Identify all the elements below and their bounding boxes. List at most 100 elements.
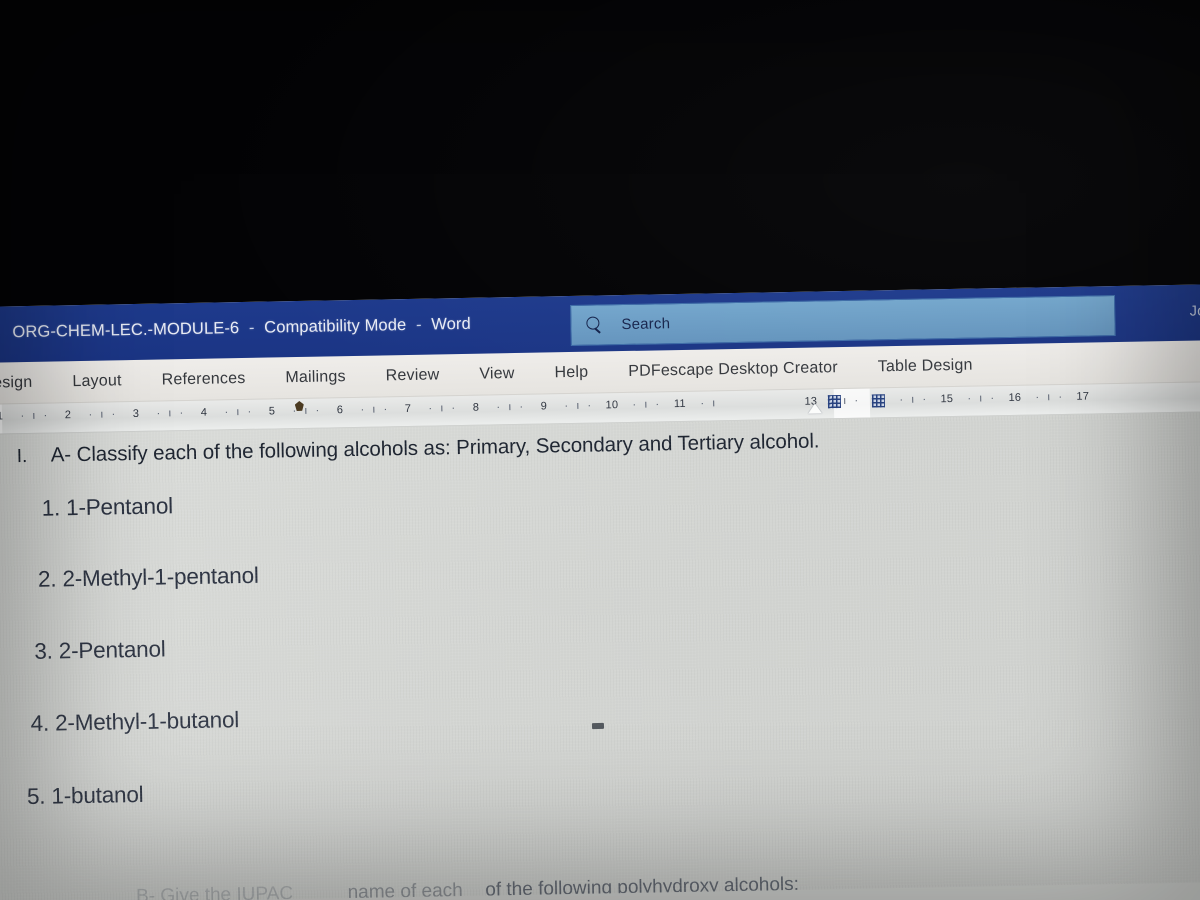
list-item-number: 5. [26, 783, 46, 810]
ruler-number-5: 5 [268, 405, 276, 418]
ruler-number-11: 11 [673, 397, 686, 411]
ruler-tick: · [247, 405, 252, 418]
heading-text: A- Classify each of the following alcoho… [50, 429, 820, 467]
ruler-tick: · [428, 402, 433, 415]
ruler-tick: · [88, 408, 93, 421]
ruler-tick [720, 396, 794, 409]
ruler-tick: · [587, 399, 592, 412]
ruler-halftick: ı [32, 409, 36, 422]
ruler-tick: · [156, 407, 161, 420]
compatibility-mode-label: Compatibility Mode [264, 316, 407, 337]
ruler-tick: · [179, 407, 184, 420]
ruler-number-9: 9 [540, 400, 548, 413]
document-name: ORG-CHEM-LEC.-MODULE-6 [12, 319, 240, 342]
ruler-number-2: 2 [64, 409, 72, 422]
next-paragraph-partial: B- Give the IUPAC name of each of the fo… [0, 866, 1200, 900]
list-item: 3. 2-Pentanol [34, 636, 166, 664]
ruler-tick: · [315, 404, 320, 417]
text-cursor-artifact [591, 722, 605, 730]
list-item-text: 2-Methyl-1-butanol [54, 707, 240, 736]
list-item: 5. 1-butanol [27, 782, 144, 810]
search-input[interactable]: Search [570, 295, 1116, 346]
tab-view[interactable]: View [459, 360, 535, 387]
ruler-number-3: 3 [132, 407, 140, 421]
table-column-marker-2[interactable] [871, 394, 885, 408]
window-title: ORG-CHEM-LEC.-MODULE-6 - Compatibility M… [12, 315, 471, 342]
ruler-halftick: ı [372, 403, 376, 416]
ruler-tick: · [451, 402, 456, 415]
tab-design[interactable]: Design [0, 369, 53, 396]
list-item-number: 1. [41, 495, 61, 521]
ruler-tick: · [632, 398, 637, 411]
search-placeholder: Search [621, 315, 671, 334]
ruler-halftick: ı [1047, 391, 1051, 404]
ruler-tick: · [700, 397, 705, 410]
ruler-halftick: ı [100, 408, 104, 421]
list-item-number: 2. [37, 566, 57, 592]
list-item-text: 2-Pentanol [58, 636, 166, 664]
ruler-halftick: ı [979, 392, 983, 405]
next-paragraph-faint-start: B- Give the IUPAC [135, 883, 294, 900]
list-item-number: 3. [34, 638, 53, 664]
title-separator-1: - [248, 318, 255, 337]
ruler-number-10: 10 [605, 399, 619, 412]
ruler-tick: · [967, 392, 972, 405]
title-separator-2: - [415, 315, 422, 334]
screen-photo: ORG-CHEM-LEC.-MODULE-6 - Compatibility M… [0, 0, 1200, 900]
list-item: 4. 2-Methyl-1-butanol [30, 707, 239, 737]
ruler-number-4: 4 [200, 406, 208, 419]
ruler-tick: · [383, 403, 388, 416]
tab-mailings[interactable]: Mailings [265, 363, 366, 391]
ruler-tick: · [20, 410, 25, 423]
ruler-number-1: 1 [0, 410, 4, 423]
ruler-number-15: 15 [940, 393, 954, 406]
ruler-tick: · [1035, 391, 1040, 404]
ruler-tick: · [496, 401, 501, 414]
list-item-text: 2-Methyl-1-pentanol [62, 562, 259, 592]
tab-table-design[interactable]: Table Design [858, 352, 993, 380]
ruler-halftick: ı [168, 407, 172, 420]
ruler-number-7: 7 [404, 402, 412, 416]
ruler-tick: · [43, 409, 48, 422]
ruler-halftick: ı [440, 402, 444, 415]
ruler-tick: · [519, 400, 524, 413]
ruler-tick: · [224, 406, 229, 419]
ruler-halftick: ı [712, 397, 716, 410]
tab-pdfescape-desktop-creator[interactable]: PDFescape Desktop Creator [608, 354, 858, 385]
tab-layout[interactable]: Layout [52, 367, 142, 395]
document-canvas[interactable]: I. A- Classify each of the following alc… [0, 411, 1200, 900]
hanging-indent-marker[interactable] [807, 403, 823, 414]
search-icon [585, 316, 603, 334]
ruler-tick: · [360, 403, 365, 416]
table-column-marker-1[interactable] [827, 395, 841, 409]
ruler-tick: · [1058, 391, 1063, 404]
list-item-text: 1-Pentanol [65, 493, 174, 521]
ruler-tick: · [564, 400, 569, 413]
ruler-halftick: ı [508, 401, 512, 414]
list-item: 1. 1-Pentanol [41, 493, 173, 521]
ruler-halftick: ı [236, 406, 240, 419]
tab-review[interactable]: Review [365, 362, 459, 390]
ruler-halftick: ı [911, 393, 915, 406]
app-name-label: Word [431, 314, 471, 334]
ruler-halftick: ı [644, 398, 648, 411]
heading-list-marker: I. [16, 445, 28, 468]
ruler-tick: · [854, 394, 859, 407]
ruler-number-8: 8 [472, 401, 480, 414]
next-paragraph-mid: name of each [347, 880, 463, 900]
ruler-tick: · [111, 408, 116, 421]
list-item-number: 4. [30, 710, 50, 736]
list-item-text: 1-butanol [51, 781, 144, 809]
next-paragraph-visible-tail: of the following polyhydroxy alcohols: [485, 873, 800, 900]
tab-references[interactable]: References [141, 365, 265, 393]
tab-help[interactable]: Help [534, 359, 608, 386]
ruler-tick: · [899, 393, 904, 406]
list-item: 2. 2-Methyl-1-pentanol [38, 563, 259, 593]
ruler-tick: · [655, 398, 660, 411]
account-user-name[interactable]: John [1189, 303, 1200, 320]
ruler-number-17: 17 [1076, 390, 1090, 403]
ruler-halftick: ı [576, 399, 580, 412]
ruler-tick: · [922, 393, 927, 406]
ruler-number-16: 16 [1008, 391, 1022, 404]
word-application-window: ORG-CHEM-LEC.-MODULE-6 - Compatibility M… [0, 283, 1200, 900]
